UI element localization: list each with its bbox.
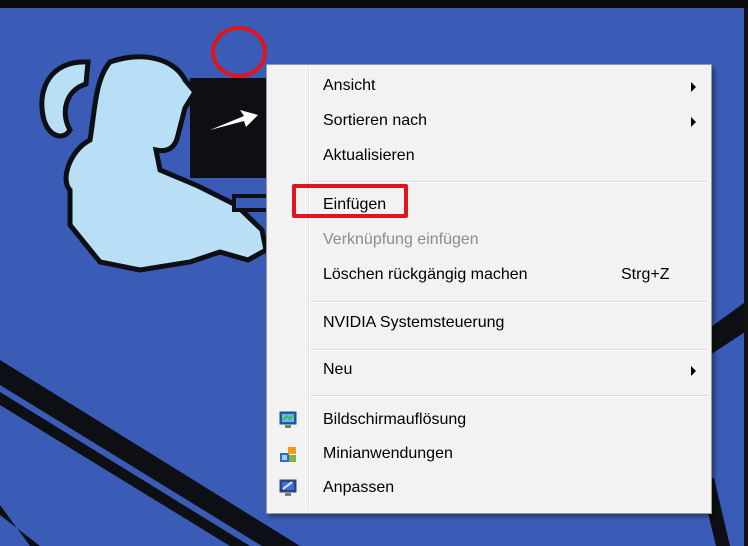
menu-separator bbox=[311, 395, 707, 397]
menu-item-label: Anpassen bbox=[323, 479, 395, 496]
menu-item-gadgets[interactable]: Minianwendungen bbox=[269, 439, 709, 471]
menu-item-shortcut: Strg+Z bbox=[621, 266, 670, 283]
menu-item-label: Ansicht bbox=[323, 77, 376, 94]
annotation-highlight-box bbox=[292, 184, 408, 218]
menu-item-undo-delete[interactable]: Löschen rückgängig machen Strg+Z bbox=[269, 260, 709, 292]
menu-item-view[interactable]: Ansicht bbox=[269, 71, 709, 103]
menu-item-screen-resolution[interactable]: Bildschirmauflösung bbox=[269, 405, 709, 437]
menu-item-label: Löschen rückgängig machen bbox=[323, 266, 528, 283]
menu-separator bbox=[311, 349, 707, 351]
menu-item-label: NVIDIA Systemsteuerung bbox=[323, 314, 505, 331]
menu-item-nvidia-control-panel[interactable]: NVIDIA Systemsteuerung bbox=[269, 308, 709, 340]
menu-item-new[interactable]: Neu bbox=[269, 355, 709, 387]
menu-item-label: Bildschirmauflösung bbox=[323, 411, 467, 428]
menu-item-label: Neu bbox=[323, 361, 353, 378]
screen-resolution-icon bbox=[279, 411, 297, 428]
gadgets-icon bbox=[280, 447, 296, 462]
annotation-circle bbox=[211, 26, 267, 78]
submenu-arrow-icon bbox=[691, 366, 696, 376]
menu-separator bbox=[311, 301, 707, 303]
right-border bbox=[744, 8, 748, 546]
menu-separator bbox=[311, 181, 707, 183]
menu-item-paste-shortcut: Verknüpfung einfügen bbox=[269, 225, 709, 257]
top-border bbox=[0, 0, 748, 8]
menu-item-sort-by[interactable]: Sortieren nach bbox=[269, 106, 709, 138]
menu-item-label: Aktualisieren bbox=[323, 147, 415, 164]
menu-item-label: Sortieren nach bbox=[323, 112, 428, 129]
menu-item-personalize[interactable]: Anpassen bbox=[269, 473, 709, 505]
desktop-context-menu: Ansicht Sortieren nach Aktualisieren Ein… bbox=[266, 64, 712, 514]
personalize-icon bbox=[279, 479, 297, 496]
submenu-arrow-icon bbox=[691, 82, 696, 92]
menu-item-label: Verknüpfung einfügen bbox=[323, 231, 479, 248]
menu-item-label: Minianwendungen bbox=[323, 445, 453, 462]
submenu-arrow-icon bbox=[691, 117, 696, 127]
menu-item-refresh[interactable]: Aktualisieren bbox=[269, 141, 709, 173]
